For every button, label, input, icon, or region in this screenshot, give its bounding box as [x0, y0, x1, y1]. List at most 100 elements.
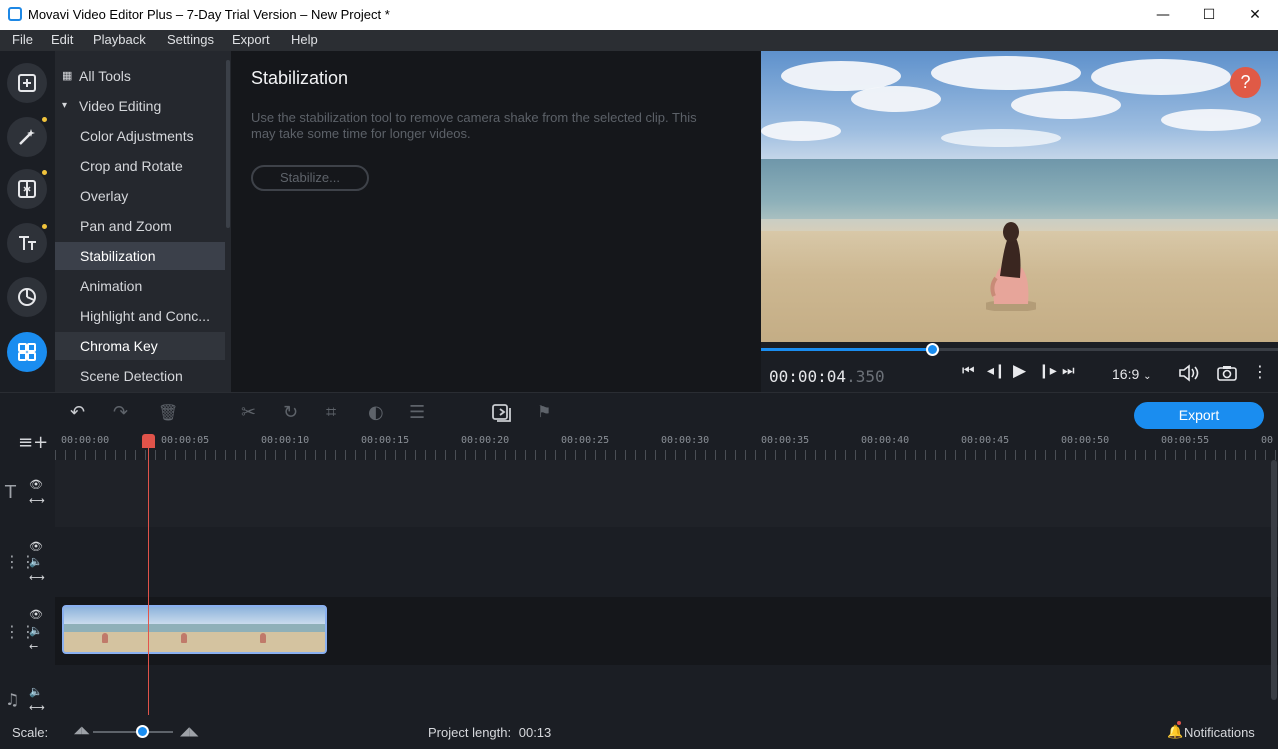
ruler-label: 00:00:50	[1061, 435, 1110, 446]
text-track[interactable]	[55, 460, 1278, 527]
visibility-eye-icon[interactable]: 👁	[29, 478, 43, 491]
music-track-icon: ♫	[5, 690, 20, 709]
zoom-out-icon[interactable]: ◢◣	[74, 725, 89, 736]
tool-color-adjustments[interactable]: Color Adjustments	[55, 122, 225, 150]
audio-track[interactable]	[55, 666, 1278, 715]
tools-scrollbar[interactable]	[226, 60, 230, 228]
grid-icon: ▦	[62, 70, 73, 82]
menu-export[interactable]: Export	[232, 32, 270, 47]
visibility-eye-icon[interactable]: 👁	[29, 608, 43, 621]
track-headers: T 👁 ⟷ ⋮⋮ 👁 🔈 ⟷ ⋮⋮ 👁 🔈 ← ♫ 🔈 ⟷	[0, 460, 55, 715]
color-adjust-icon[interactable]: ◐	[368, 402, 384, 423]
visibility-eye-icon[interactable]: 👁	[29, 540, 43, 553]
more-tools-button[interactable]	[7, 332, 47, 372]
project-length-value: 00:13	[518, 725, 552, 740]
video-editing-group[interactable]: ▾ Video Editing	[55, 92, 225, 120]
titles-button[interactable]	[7, 223, 47, 263]
next-frame-icon[interactable]: ❙▸	[1038, 363, 1057, 379]
ruler-label: 00	[1261, 435, 1274, 446]
more-options-icon[interactable]: ⋮	[1252, 362, 1268, 381]
unlink-icon[interactable]: ⟷	[29, 701, 45, 714]
skip-to-start-icon[interactable]: ⏮	[962, 363, 975, 379]
clip-frame	[64, 607, 143, 652]
add-track-icon[interactable]: ≡+	[18, 432, 48, 453]
clip-properties-icon[interactable]: ☰	[409, 402, 425, 423]
titles-icon	[19, 236, 36, 250]
export-button[interactable]: Export	[1134, 402, 1264, 429]
redo-icon[interactable]: ↷	[113, 402, 128, 423]
marker-flag-icon[interactable]: ⚑	[537, 402, 551, 421]
cloud	[941, 129, 1061, 147]
menu-settings[interactable]: Settings	[167, 32, 214, 47]
video-clip[interactable]	[62, 605, 327, 654]
delete-icon[interactable]: 🗑	[158, 403, 178, 422]
previous-frame-icon[interactable]: ◂❙	[987, 363, 1006, 379]
menu-help[interactable]: Help	[291, 32, 318, 47]
tool-scene-detection[interactable]: Scene Detection	[55, 362, 225, 390]
overlay-track[interactable]	[55, 528, 1278, 596]
stickers-button[interactable]	[7, 277, 47, 317]
transitions-icon	[18, 180, 36, 198]
maximize-button[interactable]: ☐	[1186, 0, 1232, 30]
close-button[interactable]: ✕	[1232, 0, 1278, 30]
project-length: Project length: 00:13	[428, 725, 551, 740]
tools-list: ▦ All Tools ▾ Video Editing Color Adjust…	[55, 51, 231, 392]
playhead-handle[interactable]	[142, 434, 155, 448]
tool-pan-and-zoom[interactable]: Pan and Zoom	[55, 212, 225, 240]
tool-chroma-key[interactable]: Chroma Key	[55, 332, 225, 360]
menu-playback[interactable]: Playback	[93, 32, 146, 47]
rotate-icon[interactable]: ↻	[283, 402, 298, 423]
clip-frame	[222, 607, 301, 652]
skip-to-end-icon[interactable]: ⏭	[1062, 363, 1075, 379]
sound-icon[interactable]: 🔈	[29, 685, 43, 698]
menu-file[interactable]: File	[12, 32, 33, 47]
ruler-label: 00:00:25	[561, 435, 610, 446]
scale-slider-thumb[interactable]	[136, 725, 149, 738]
play-icon[interactable]: ▶	[1013, 361, 1026, 381]
progress-thumb[interactable]	[925, 343, 939, 356]
arrow-left-icon[interactable]: ←	[29, 640, 38, 653]
ruler-label: 00:00:00	[61, 435, 110, 446]
link-icon[interactable]: ⟷	[29, 571, 45, 584]
menu-bar: File Edit Playback Settings Export Help	[0, 30, 1278, 51]
filters-button[interactable]	[7, 117, 47, 157]
notifications-button[interactable]: Notifications	[1184, 725, 1255, 740]
link-icon[interactable]: ⟷	[29, 494, 45, 507]
zoom-in-icon[interactable]: ◢◣	[180, 724, 198, 738]
all-tools-item[interactable]: ▦ All Tools	[55, 62, 225, 90]
notification-dot	[1177, 721, 1181, 725]
timeline-ruler[interactable]: 00:00:00 00:00:05 00:00:10 00:00:15 00:0…	[55, 430, 1278, 460]
sound-icon[interactable]: 🔈	[29, 624, 43, 637]
transitions-button[interactable]	[7, 169, 47, 209]
tool-crop-and-rotate[interactable]: Crop and Rotate	[55, 152, 225, 180]
ruler-label: 00:00:55	[1161, 435, 1210, 446]
scale-slider-track[interactable]	[93, 731, 173, 733]
scale-label: Scale:	[12, 725, 49, 740]
titles-new-dot	[42, 224, 47, 229]
filters-icon	[19, 129, 35, 145]
timecode-main: 00:00:04	[769, 367, 847, 386]
help-button[interactable]: ?	[1230, 67, 1261, 98]
stabilize-button[interactable]: Stabilize...	[251, 165, 369, 191]
timeline-scrollbar[interactable]	[1271, 460, 1277, 700]
progress-fill	[761, 348, 932, 351]
crop-icon[interactable]: ⌗	[326, 402, 336, 423]
chevron-down-icon: ▾	[62, 100, 68, 111]
undo-icon[interactable]: ↶	[70, 402, 85, 423]
player-controls: 00:00:04.350 ⏮ ◂❙ ▶ ❙▸ ⏭ 16:9 ⌄ ⋮	[761, 342, 1278, 392]
camera-icon[interactable]	[1217, 365, 1237, 381]
video-preview[interactable]: ?	[761, 51, 1278, 342]
menu-edit[interactable]: Edit	[51, 32, 73, 47]
sound-icon[interactable]: 🔈	[29, 555, 43, 568]
cut-icon[interactable]: ✂	[241, 402, 256, 423]
volume-icon[interactable]	[1178, 364, 1200, 382]
tool-stabilization[interactable]: Stabilization	[55, 242, 225, 270]
export-clip-icon[interactable]	[492, 404, 512, 422]
bell-icon[interactable]: 🔔	[1167, 724, 1183, 740]
minimize-button[interactable]: —	[1140, 0, 1186, 30]
aspect-ratio-select[interactable]: 16:9 ⌄	[1112, 366, 1152, 382]
tool-overlay[interactable]: Overlay	[55, 182, 225, 210]
import-button[interactable]	[7, 63, 47, 103]
tool-highlight-and-conceal[interactable]: Highlight and Conc...	[55, 302, 225, 330]
tool-animation[interactable]: Animation	[55, 272, 225, 300]
